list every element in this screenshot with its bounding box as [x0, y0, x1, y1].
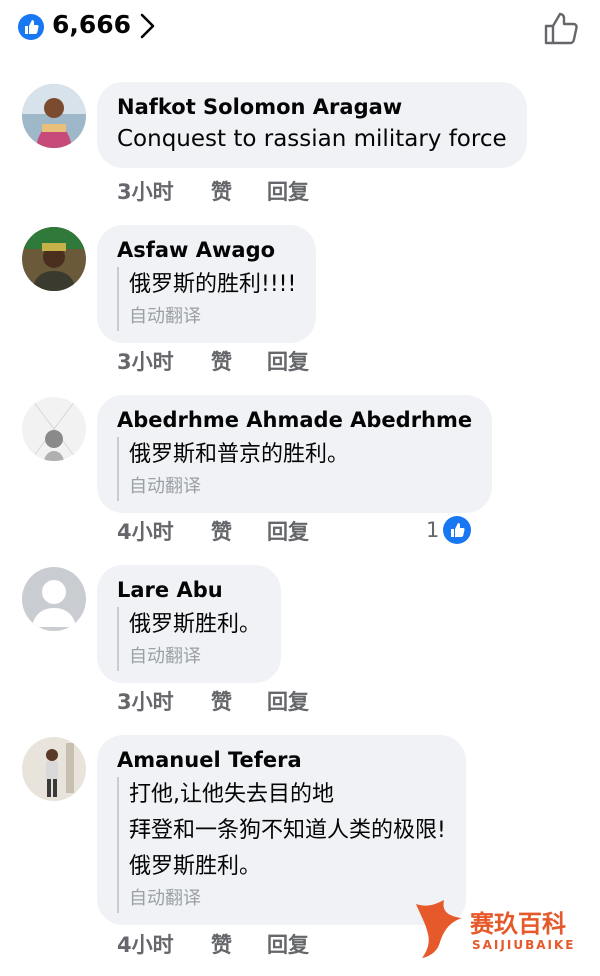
translation-block: 打他,让他失去目的地 拜登和一条狗不知道人类的极限! 俄罗斯胜利。 自动翻译: [117, 777, 446, 913]
translation-block: 俄罗斯和普京的胜利。 自动翻译: [117, 437, 472, 501]
comment-text: Conquest to rassian military force: [117, 126, 507, 152]
fish-tail-logo-icon: [416, 900, 462, 958]
avatar[interactable]: [22, 567, 86, 631]
comment-bubble[interactable]: Asfaw Awago 俄罗斯的胜利!!!! 自动翻译: [97, 225, 317, 343]
thumbs-up-badge-icon: [18, 14, 44, 40]
like-button[interactable]: 赞: [211, 346, 232, 376]
comment-bubble[interactable]: Amanuel Tefera 打他,让他失去目的地 拜登和一条狗不知道人类的极限…: [97, 735, 466, 925]
watermark-subtitle: SAIJIUBAIKE: [472, 938, 576, 952]
comment-author[interactable]: Nafkot Solomon Aragaw: [117, 92, 507, 122]
reply-button[interactable]: 回复: [267, 176, 309, 206]
translated-text: 拜登和一条狗不知道人类的极限!: [129, 818, 446, 843]
translation-block: 俄罗斯胜利。 自动翻译: [117, 607, 261, 671]
like-count: 6,666: [52, 10, 132, 39]
reaction-summary[interactable]: 1: [426, 515, 472, 545]
reaction-count: 1: [426, 518, 440, 542]
thumbs-up-outline-icon[interactable]: [542, 8, 582, 48]
avatar[interactable]: [22, 737, 86, 801]
watermark-logo: 赛玖百科 SAIJIUBAIKE: [410, 898, 600, 968]
auto-translate-label[interactable]: 自动翻译: [129, 885, 446, 913]
comment-time[interactable]: 4小时: [117, 516, 174, 546]
comment-time[interactable]: 3小时: [117, 176, 174, 206]
comment-bubble[interactable]: Lare Abu 俄罗斯胜利。 自动翻译: [97, 565, 282, 683]
comment-time[interactable]: 4小时: [117, 929, 174, 959]
auto-translate-label[interactable]: 自动翻译: [129, 473, 472, 501]
avatar[interactable]: [22, 227, 86, 291]
translated-text: 俄罗斯胜利。: [129, 612, 262, 637]
translated-text: 俄罗斯胜利。: [129, 854, 262, 879]
comment-author[interactable]: Lare Abu: [117, 575, 261, 605]
reply-button[interactable]: 回复: [267, 686, 309, 716]
like-button[interactable]: 赞: [211, 176, 232, 206]
avatar[interactable]: [22, 84, 86, 148]
reply-button[interactable]: 回复: [267, 516, 309, 546]
like-button[interactable]: 赞: [211, 516, 232, 546]
comment-author[interactable]: Asfaw Awago: [117, 235, 296, 265]
translated-text: 俄罗斯和普京的胜利。: [129, 442, 350, 467]
avatar[interactable]: [22, 397, 86, 461]
auto-translate-label[interactable]: 自动翻译: [129, 303, 296, 331]
thumbs-up-badge-icon: [443, 516, 472, 544]
reactions-header[interactable]: 6,666: [0, 0, 600, 60]
like-button[interactable]: 赞: [211, 686, 232, 716]
translation-block: 俄罗斯的胜利!!!! 自动翻译: [117, 267, 296, 331]
comment-author[interactable]: Amanuel Tefera: [117, 745, 446, 775]
comment-time[interactable]: 3小时: [117, 686, 174, 716]
reply-button[interactable]: 回复: [267, 929, 309, 959]
comment-bubble[interactable]: Abedrhme Ahmade Abedrhme 俄罗斯和普京的胜利。 自动翻译: [97, 395, 493, 513]
translated-text: 俄罗斯的胜利!!!!: [129, 272, 297, 297]
comment-time[interactable]: 3小时: [117, 346, 174, 376]
like-button[interactable]: 赞: [211, 929, 232, 959]
auto-translate-label[interactable]: 自动翻译: [129, 643, 261, 671]
watermark-title: 赛玖百科: [470, 910, 566, 938]
translated-text: 打他,让他失去目的地: [129, 782, 334, 807]
comment-bubble[interactable]: Nafkot Solomon Aragaw Conquest to rassia…: [97, 82, 527, 168]
chevron-right-icon[interactable]: [138, 10, 158, 42]
reply-button[interactable]: 回复: [267, 346, 309, 376]
comment-author[interactable]: Abedrhme Ahmade Abedrhme: [117, 405, 472, 435]
